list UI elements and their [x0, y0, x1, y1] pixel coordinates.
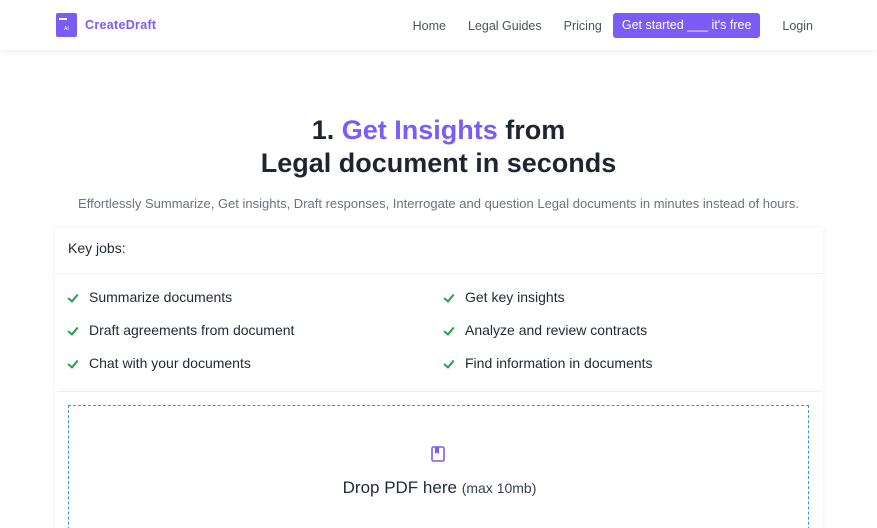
nav-pricing-link[interactable]: Pricing — [553, 14, 613, 38]
hero-title-accent: Get Insights — [341, 115, 498, 145]
key-job-label: Get key insights — [465, 289, 565, 305]
check-icon — [67, 324, 80, 337]
nav-links: Home Legal Guides Pricing Get started __… — [402, 13, 813, 38]
key-job-label: Analyze and review contracts — [465, 322, 648, 338]
drop-limit-text: (max 10mb) — [461, 480, 537, 496]
key-job-item: Summarize documents — [67, 288, 232, 306]
hero-title-suffix: from — [497, 115, 566, 145]
key-jobs-card: Key jobs: Summarize documents Get key in… — [55, 228, 823, 391]
key-job-label: Summarize documents — [89, 289, 233, 305]
hero-title-line2: Legal document in seconds — [260, 148, 617, 178]
key-job-item: Find information in documents — [443, 354, 653, 372]
logo[interactable]: CreateDraft — [56, 13, 156, 37]
check-icon — [443, 357, 456, 370]
key-job-item: Chat with your documents — [67, 354, 251, 372]
nav-home-link[interactable]: Home — [402, 14, 457, 38]
upload-card: Drop PDF here (max 10mb) — [55, 392, 823, 528]
check-icon — [443, 324, 456, 337]
check-icon — [67, 357, 80, 370]
drop-label: Drop PDF here (max 10mb) — [69, 478, 810, 498]
logo-icon — [56, 13, 77, 37]
key-job-item: Analyze and review contracts — [443, 321, 647, 339]
check-icon — [443, 291, 456, 304]
pdf-drop-zone[interactable]: Drop PDF here (max 10mb) — [68, 405, 809, 528]
check-icon — [67, 291, 80, 304]
key-job-label: Find information in documents — [465, 355, 653, 371]
navbar: CreateDraft Home Legal Guides Pricing Ge… — [0, 0, 877, 50]
hero-subtitle: Effortlessly Summarize, Get insights, Dr… — [78, 196, 799, 211]
get-started-button[interactable]: Get started ___ it's free — [612, 13, 761, 38]
key-job-item: Get key insights — [443, 288, 565, 306]
logo-text: CreateDraft — [85, 18, 157, 32]
drop-label-text: Drop PDF here — [342, 478, 457, 497]
key-job-item: Draft agreements from document — [67, 321, 294, 339]
key-jobs-heading: Key jobs: — [55, 228, 823, 274]
key-job-label: Draft agreements from document — [89, 322, 295, 338]
hero-title: 1. Get Insights from Legal document in s… — [0, 114, 877, 180]
nav-legal-guides-link[interactable]: Legal Guides — [457, 14, 553, 38]
login-link[interactable]: Login — [771, 14, 813, 38]
book-icon — [431, 446, 445, 462]
key-job-label: Chat with your documents — [89, 355, 251, 371]
hero-title-prefix: 1. — [311, 115, 342, 145]
